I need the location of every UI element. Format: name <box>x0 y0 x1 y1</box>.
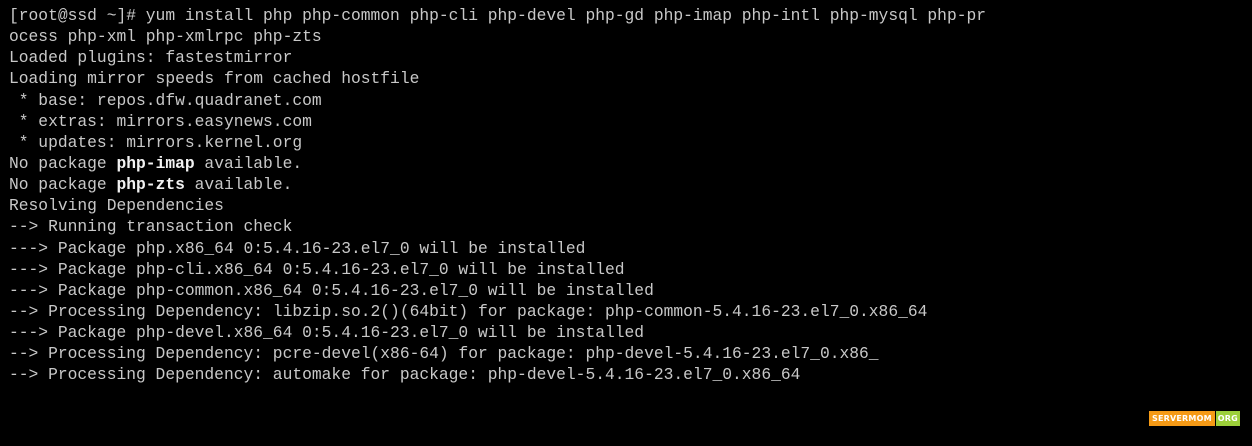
watermark-logo: SERVERMOM ORG <box>1149 411 1240 426</box>
terminal-text: available. <box>194 153 303 173</box>
terminal-text: available. <box>184 175 293 195</box>
terminal-output: [root@ssd ~]# yum install php php-common… <box>9 5 986 386</box>
terminal-line: --> Processing Dependency: pcre-devel(x8… <box>9 343 986 364</box>
terminal-text: ---> Package php.x86_64 0:5.4.16-23.el7_… <box>9 238 586 258</box>
terminal-line: ---> Package php.x86_64 0:5.4.16-23.el7_… <box>9 238 986 259</box>
terminal-line: ---> Package php-common.x86_64 0:5.4.16-… <box>9 280 986 301</box>
terminal-text: ocess php-xml php-xmlrpc php-zts <box>9 27 322 47</box>
terminal-text: ---> Package php-devel.x86_64 0:5.4.16-2… <box>9 323 645 343</box>
terminal-text: No package <box>9 175 117 195</box>
terminal-line: * base: repos.dfw.quadranet.com <box>9 90 986 111</box>
terminal-line: ---> Package php-devel.x86_64 0:5.4.16-2… <box>9 322 986 343</box>
terminal-text: Loaded plugins: fastestmirror <box>9 48 293 68</box>
terminal-text: ---> Package php-common.x86_64 0:5.4.16-… <box>9 280 654 300</box>
terminal-text: [root@ssd ~]# yum install php php-common… <box>9 6 987 25</box>
terminal-line: * updates: mirrors.kernel.org <box>9 132 986 153</box>
terminal-line: --> Processing Dependency: automake for … <box>9 364 986 385</box>
terminal-text: * extras: mirrors.easynews.com <box>9 111 312 131</box>
terminal-line: No package php-zts available. <box>9 174 986 195</box>
terminal-line: [root@ssd ~]# yum install php php-common… <box>9 5 986 26</box>
terminal-text: --> Processing Dependency: pcre-devel(x8… <box>9 344 879 364</box>
terminal-line: Resolving Dependencies <box>9 195 986 216</box>
terminal-line: Loaded plugins: fastestmirror <box>9 47 986 68</box>
terminal-text-bold: php-zts <box>116 175 185 195</box>
terminal-text: --> Processing Dependency: libzip.so.2()… <box>9 301 928 321</box>
terminal-line: ocess php-xml php-xmlrpc php-zts <box>9 26 986 47</box>
terminal-text: --> Running transaction check <box>9 217 293 237</box>
terminal-text-bold: php-imap <box>116 153 195 173</box>
terminal-line: --> Running transaction check <box>9 216 986 237</box>
terminal-line: ---> Package php-cli.x86_64 0:5.4.16-23.… <box>9 259 986 280</box>
terminal-line: * extras: mirrors.easynews.com <box>9 111 986 132</box>
terminal-line: No package php-imap available. <box>9 153 986 174</box>
terminal-text: * base: repos.dfw.quadranet.com <box>9 90 322 110</box>
terminal-text: Resolving Dependencies <box>9 196 224 216</box>
terminal-text: * updates: mirrors.kernel.org <box>9 132 303 152</box>
watermark-main-text: SERVERMOM <box>1149 411 1215 426</box>
terminal-text: Loading mirror speeds from cached hostfi… <box>9 69 420 89</box>
terminal-text: No package <box>9 153 117 173</box>
terminal-line: Loading mirror speeds from cached hostfi… <box>9 68 986 89</box>
terminal-line: --> Processing Dependency: libzip.so.2()… <box>9 301 986 322</box>
terminal-text: ---> Package php-cli.x86_64 0:5.4.16-23.… <box>9 259 625 279</box>
terminal-text: --> Processing Dependency: automake for … <box>9 365 801 385</box>
watermark-tld-text: ORG <box>1215 411 1240 426</box>
terminal-window[interactable]: [root@ssd ~]# yum install php php-common… <box>0 0 1252 446</box>
